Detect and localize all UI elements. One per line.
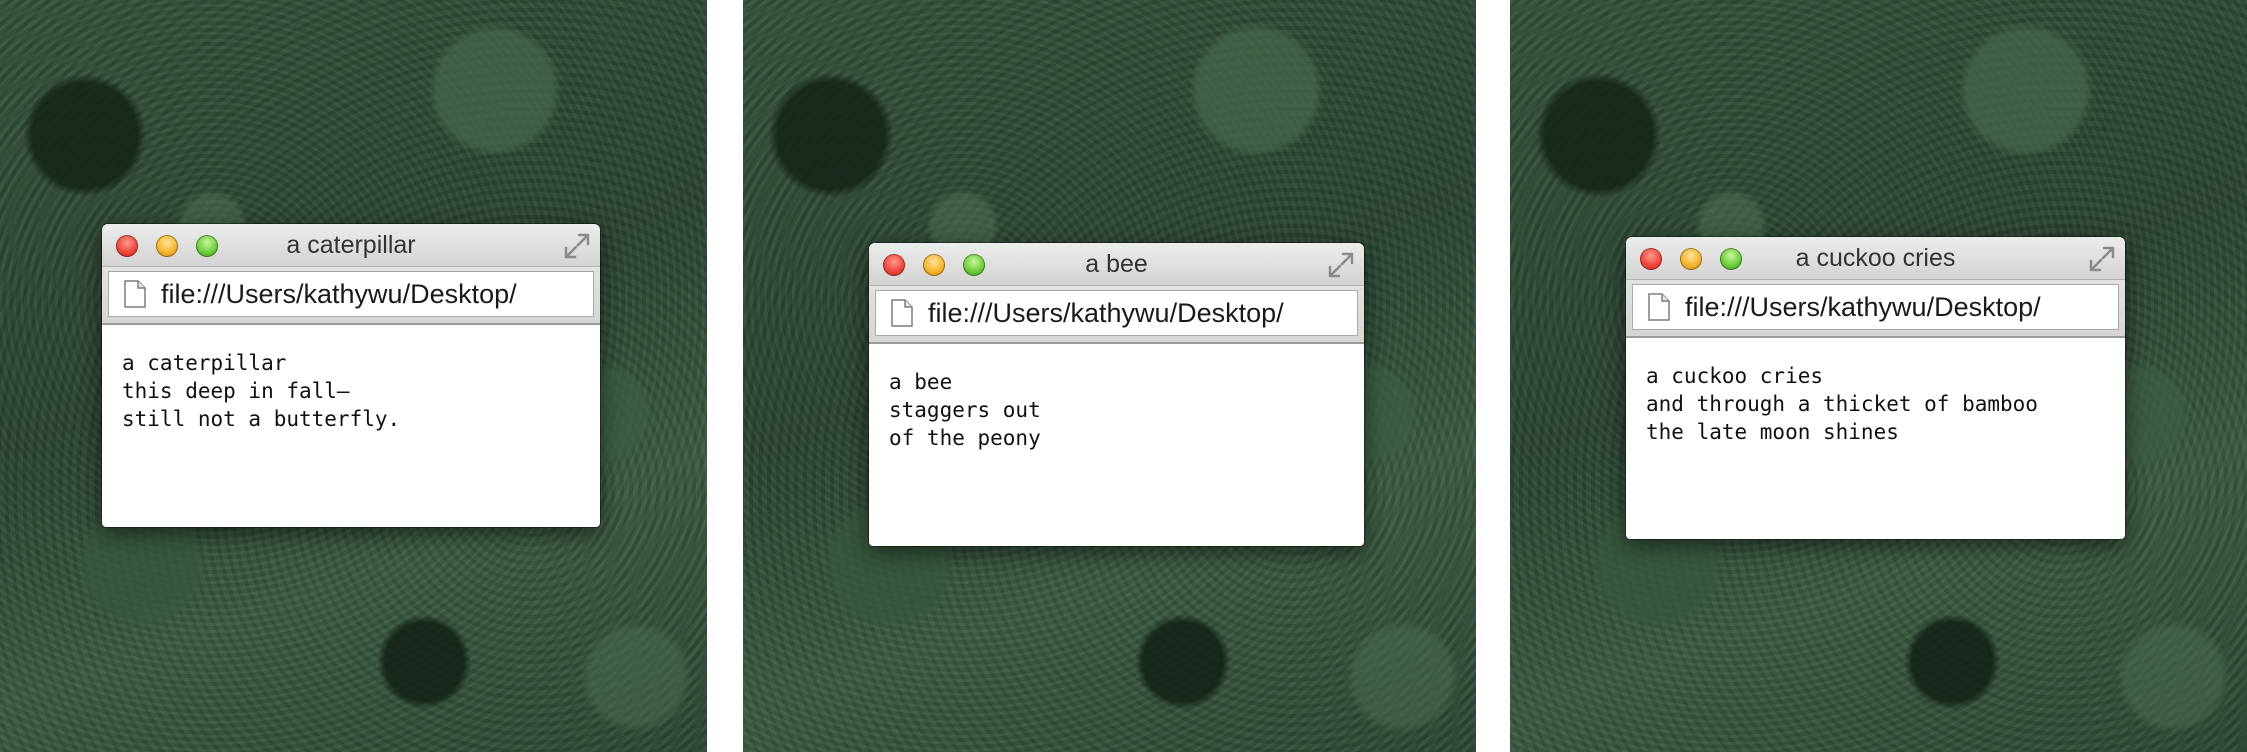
window-title: a cuckoo cries bbox=[1795, 244, 1956, 272]
address-bar: file:///Users/kathywu/Desktop/ bbox=[869, 286, 1364, 344]
desktop-background-3: a cuckoo cries file:///Users/kathywu/Des… bbox=[1510, 0, 2247, 752]
fullscreen-icon[interactable] bbox=[562, 231, 592, 261]
url-field[interactable]: file:///Users/kathywu/Desktop/ bbox=[108, 271, 594, 317]
window-title: a bee bbox=[1085, 250, 1148, 278]
window-title: a caterpillar bbox=[286, 231, 416, 259]
poem-line: a cuckoo cries bbox=[1646, 364, 1824, 388]
browser-window[interactable]: a bee file:///Users/kathywu/Desktop/ a b… bbox=[869, 243, 1364, 546]
document-icon bbox=[124, 280, 146, 308]
poem-line: a bee bbox=[889, 370, 953, 394]
url-text[interactable]: file:///Users/kathywu/Desktop/ bbox=[161, 272, 585, 316]
address-bar: file:///Users/kathywu/Desktop/ bbox=[1626, 280, 2125, 338]
document-icon bbox=[891, 299, 913, 327]
desktop-background-1: a caterpillar file:///Users/kathywu/Desk… bbox=[0, 0, 707, 752]
url-text[interactable]: file:///Users/kathywu/Desktop/ bbox=[1685, 285, 2110, 329]
poem-line: of the peony bbox=[889, 426, 1041, 450]
page-content: a caterpillar this deep in fall— still n… bbox=[102, 325, 600, 433]
page-content: a cuckoo cries and through a thicket of … bbox=[1626, 338, 2125, 446]
poem-line: a caterpillar bbox=[122, 351, 287, 375]
browser-window[interactable]: a caterpillar file:///Users/kathywu/Desk… bbox=[102, 224, 600, 527]
fullscreen-icon[interactable] bbox=[1326, 250, 1356, 280]
window-titlebar[interactable]: a cuckoo cries bbox=[1626, 237, 2125, 280]
window-titlebar[interactable]: a bee bbox=[869, 243, 1364, 286]
poem-line: the late moon shines bbox=[1646, 420, 1899, 444]
poem-line: this deep in fall— bbox=[122, 379, 350, 403]
fullscreen-icon[interactable] bbox=[2087, 244, 2117, 274]
window-titlebar[interactable]: a caterpillar bbox=[102, 224, 600, 267]
address-bar: file:///Users/kathywu/Desktop/ bbox=[102, 267, 600, 325]
browser-window[interactable]: a cuckoo cries file:///Users/kathywu/Des… bbox=[1626, 237, 2125, 539]
poem-line: still not a butterfly. bbox=[122, 407, 401, 431]
url-field[interactable]: file:///Users/kathywu/Desktop/ bbox=[875, 290, 1358, 336]
document-icon bbox=[1648, 293, 1670, 321]
url-text[interactable]: file:///Users/kathywu/Desktop/ bbox=[928, 291, 1349, 335]
desktop-background-2: a bee file:///Users/kathywu/Desktop/ a b… bbox=[743, 0, 1476, 752]
poem-line: and through a thicket of bamboo bbox=[1646, 392, 2038, 416]
poem-line: staggers out bbox=[889, 398, 1041, 422]
page-content: a bee staggers out of the peony bbox=[869, 344, 1364, 452]
url-field[interactable]: file:///Users/kathywu/Desktop/ bbox=[1632, 284, 2119, 330]
